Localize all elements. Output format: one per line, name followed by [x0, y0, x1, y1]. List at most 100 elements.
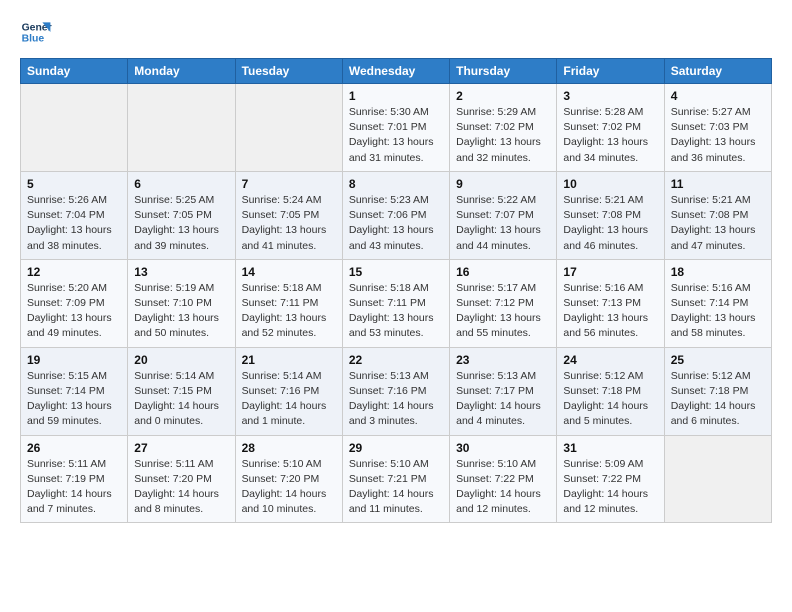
day-info: Sunrise: 5:23 AMSunset: 7:06 PMDaylight:… [349, 193, 443, 254]
week-row-5: 26 Sunrise: 5:11 AMSunset: 7:19 PMDayligh… [21, 435, 772, 523]
day-info: Sunrise: 5:10 AMSunset: 7:20 PMDaylight:… [242, 457, 336, 518]
day-number: 22 [349, 353, 443, 367]
day-cell [21, 84, 128, 172]
day-cell: 17Sunrise: 5:16 AMSunset: 7:13 PMDayligh… [557, 259, 664, 347]
day-number: 24 [563, 353, 657, 367]
day-cell: 1 Sunrise: 5:30 AMSunset: 7:01 PMDaylight… [342, 84, 449, 172]
day-number: 29 [349, 441, 443, 455]
day-info: Sunrise: 5:25 AMSunset: 7:05 PMDaylight:… [134, 193, 228, 254]
day-cell: 4 Sunrise: 5:27 AMSunset: 7:03 PMDaylight… [664, 84, 771, 172]
day-cell: 23 Sunrise: 5:13 AMSunset: 7:17 PMDayligh… [450, 347, 557, 435]
day-info: Sunrise: 5:14 AMSunset: 7:16 PMDaylight:… [242, 369, 336, 430]
day-info: Sunrise: 5:30 AMSunset: 7:01 PMDaylight:… [349, 105, 443, 166]
day-cell: 16 Sunrise: 5:17 AMSunset: 7:12 PMDayligh… [450, 259, 557, 347]
day-cell: 29 Sunrise: 5:10 AMSunset: 7:21 PMDayligh… [342, 435, 449, 523]
day-cell: 12 Sunrise: 5:20 AMSunset: 7:09 PMDayligh… [21, 259, 128, 347]
day-number: 25 [671, 353, 765, 367]
day-cell: 10 Sunrise: 5:21 AMSunset: 7:08 PMDayligh… [557, 171, 664, 259]
logo-icon: General Blue [20, 16, 52, 48]
day-info: Sunrise: 5:12 AMSunset: 7:18 PMDaylight:… [671, 369, 765, 430]
day-number: 28 [242, 441, 336, 455]
day-number: 6 [134, 177, 228, 191]
day-cell: 2 Sunrise: 5:29 AMSunset: 7:02 PMDaylight… [450, 84, 557, 172]
week-row-4: 19Sunrise: 5:15 AMSunset: 7:14 PMDayligh… [21, 347, 772, 435]
day-info: Sunrise: 5:13 AMSunset: 7:16 PMDaylight:… [349, 369, 443, 430]
calendar-table: SundayMondayTuesdayWednesdayThursdayFrid… [20, 58, 772, 523]
page-header: General Blue [20, 16, 772, 48]
day-info: Sunrise: 5:21 AMSunset: 7:08 PMDaylight:… [671, 193, 765, 254]
day-info: Sunrise: 5:20 AMSunset: 7:09 PMDaylight:… [27, 281, 121, 342]
day-number: 9 [456, 177, 550, 191]
day-number: 16 [456, 265, 550, 279]
header-cell-tuesday: Tuesday [235, 59, 342, 84]
day-info: Sunrise: 5:18 AMSunset: 7:11 PMDaylight:… [349, 281, 443, 342]
day-info: Sunrise: 5:21 AMSunset: 7:08 PMDaylight:… [563, 193, 657, 254]
day-cell [128, 84, 235, 172]
day-info: Sunrise: 5:14 AMSunset: 7:15 PMDaylight:… [134, 369, 228, 430]
day-info: Sunrise: 5:22 AMSunset: 7:07 PMDaylight:… [456, 193, 550, 254]
day-number: 7 [242, 177, 336, 191]
day-cell: 18 Sunrise: 5:16 AMSunset: 7:14 PMDayligh… [664, 259, 771, 347]
week-row-1: 1 Sunrise: 5:30 AMSunset: 7:01 PMDaylight… [21, 84, 772, 172]
day-number: 1 [349, 89, 443, 103]
day-info: Sunrise: 5:17 AMSunset: 7:12 PMDaylight:… [456, 281, 550, 342]
day-number: 27 [134, 441, 228, 455]
day-cell [664, 435, 771, 523]
day-info: Sunrise: 5:16 AMSunset: 7:13 PMDaylight:… [563, 281, 657, 342]
header-cell-monday: Monday [128, 59, 235, 84]
logo: General Blue [20, 16, 52, 48]
day-info: Sunrise: 5:11 AMSunset: 7:19 PMDaylight:… [27, 457, 121, 518]
day-cell: 14Sunrise: 5:18 AMSunset: 7:11 PMDayligh… [235, 259, 342, 347]
day-info: Sunrise: 5:12 AMSunset: 7:18 PMDaylight:… [563, 369, 657, 430]
day-number: 18 [671, 265, 765, 279]
day-info: Sunrise: 5:27 AMSunset: 7:03 PMDaylight:… [671, 105, 765, 166]
day-info: Sunrise: 5:28 AMSunset: 7:02 PMDaylight:… [563, 105, 657, 166]
header-cell-saturday: Saturday [664, 59, 771, 84]
header-row: SundayMondayTuesdayWednesdayThursdayFrid… [21, 59, 772, 84]
day-number: 26 [27, 441, 121, 455]
day-number: 23 [456, 353, 550, 367]
day-number: 30 [456, 441, 550, 455]
day-cell: 15Sunrise: 5:18 AMSunset: 7:11 PMDayligh… [342, 259, 449, 347]
day-info: Sunrise: 5:13 AMSunset: 7:17 PMDaylight:… [456, 369, 550, 430]
day-cell: 11 Sunrise: 5:21 AMSunset: 7:08 PMDayligh… [664, 171, 771, 259]
day-cell: 26 Sunrise: 5:11 AMSunset: 7:19 PMDayligh… [21, 435, 128, 523]
day-number: 31 [563, 441, 657, 455]
day-cell: 8 Sunrise: 5:23 AMSunset: 7:06 PMDaylight… [342, 171, 449, 259]
day-info: Sunrise: 5:09 AMSunset: 7:22 PMDaylight:… [563, 457, 657, 518]
day-info: Sunrise: 5:10 AMSunset: 7:22 PMDaylight:… [456, 457, 550, 518]
day-number: 11 [671, 177, 765, 191]
day-info: Sunrise: 5:24 AMSunset: 7:05 PMDaylight:… [242, 193, 336, 254]
day-cell: 27 Sunrise: 5:11 AMSunset: 7:20 PMDayligh… [128, 435, 235, 523]
day-cell: 13 Sunrise: 5:19 AMSunset: 7:10 PMDayligh… [128, 259, 235, 347]
day-cell: 24 Sunrise: 5:12 AMSunset: 7:18 PMDayligh… [557, 347, 664, 435]
day-cell: 22 Sunrise: 5:13 AMSunset: 7:16 PMDayligh… [342, 347, 449, 435]
day-cell: 6 Sunrise: 5:25 AMSunset: 7:05 PMDaylight… [128, 171, 235, 259]
day-cell: 30 Sunrise: 5:10 AMSunset: 7:22 PMDayligh… [450, 435, 557, 523]
day-number: 13 [134, 265, 228, 279]
header-cell-thursday: Thursday [450, 59, 557, 84]
day-number: 2 [456, 89, 550, 103]
day-cell: 3 Sunrise: 5:28 AMSunset: 7:02 PMDaylight… [557, 84, 664, 172]
day-number: 4 [671, 89, 765, 103]
day-cell: 19Sunrise: 5:15 AMSunset: 7:14 PMDayligh… [21, 347, 128, 435]
day-info: Sunrise: 5:11 AMSunset: 7:20 PMDaylight:… [134, 457, 228, 518]
day-number: 20 [134, 353, 228, 367]
day-number: 19 [27, 353, 121, 367]
day-number: 10 [563, 177, 657, 191]
day-cell: 7 Sunrise: 5:24 AMSunset: 7:05 PMDaylight… [235, 171, 342, 259]
day-info: Sunrise: 5:16 AMSunset: 7:14 PMDaylight:… [671, 281, 765, 342]
day-cell: 31 Sunrise: 5:09 AMSunset: 7:22 PMDayligh… [557, 435, 664, 523]
day-number: 3 [563, 89, 657, 103]
day-number: 8 [349, 177, 443, 191]
day-info: Sunrise: 5:10 AMSunset: 7:21 PMDaylight:… [349, 457, 443, 518]
day-info: Sunrise: 5:26 AMSunset: 7:04 PMDaylight:… [27, 193, 121, 254]
day-number: 12 [27, 265, 121, 279]
day-cell: 20 Sunrise: 5:14 AMSunset: 7:15 PMDayligh… [128, 347, 235, 435]
day-cell: 9 Sunrise: 5:22 AMSunset: 7:07 PMDaylight… [450, 171, 557, 259]
day-number: 21 [242, 353, 336, 367]
header-cell-sunday: Sunday [21, 59, 128, 84]
day-info: Sunrise: 5:19 AMSunset: 7:10 PMDaylight:… [134, 281, 228, 342]
day-info: Sunrise: 5:29 AMSunset: 7:02 PMDaylight:… [456, 105, 550, 166]
day-number: 5 [27, 177, 121, 191]
